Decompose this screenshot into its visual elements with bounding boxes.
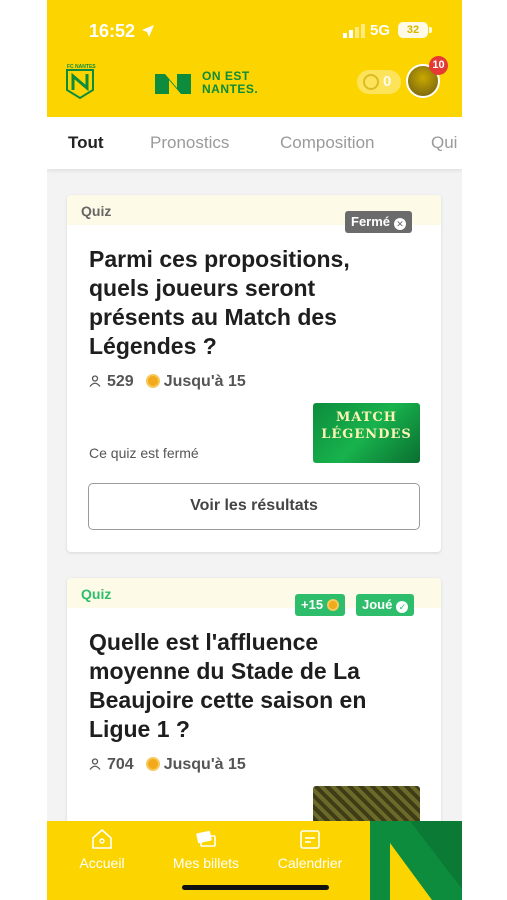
quiz-card[interactable]: Quiz +15 Joué ✓ Quelle est l'affluence mo… [67,578,441,838]
battery-icon: 32 [398,22,428,38]
nav-label: Calendrier [277,855,343,871]
tab-tout[interactable]: Tout [68,133,104,153]
coin-count: 0 [383,73,392,90]
match-image-line-1: MATCH [335,410,398,425]
nav-mes-billets[interactable]: Mes billets [161,821,251,871]
status-badge: Fermé ✕ [345,211,413,233]
app-screen: 16:52 5G 32 FC NANTES ON EST NANTES. 0 1… [47,0,462,900]
location-arrow-icon [142,25,154,37]
status-badge-label: Joué [362,597,393,612]
signal-icon [343,24,365,38]
club-logo-text: FC NANTES [67,64,96,70]
brand-name: ON EST NANTES. [202,70,258,96]
home-icon [92,828,112,849]
coin-icon [363,74,379,90]
person-icon [89,375,101,387]
status-badge: Joué ✓ [356,594,415,616]
app-header: 16:52 5G 32 FC NANTES ON EST NANTES. 0 1… [47,0,462,117]
card-type: Quiz [81,586,112,602]
closed-text: Ce quiz est fermé [89,445,199,461]
tab-composition[interactable]: Composition [280,133,375,153]
tickets-icon [196,830,216,847]
nav-label: Accueil [79,855,125,871]
reward-text: Jusqu'à 15 [163,756,246,773]
view-results-button[interactable]: Voir les résultats [88,483,420,530]
brand-corner-logo [370,821,462,900]
nav-calendrier[interactable]: Calendrier [265,821,355,871]
nav-accueil[interactable]: Accueil [57,821,147,871]
bonus-label: +15 [301,597,324,612]
check-icon: ✓ [396,601,409,613]
nav-label: Mes billets [172,855,240,871]
reward-text: Jusqu'à 15 [163,373,246,390]
stadium-image [313,786,420,826]
brand-line-2: NANTES. [202,82,259,96]
status-bar: 16:52 5G 32 [47,18,462,44]
match-image-line-2: LÉGENDES [321,427,412,442]
coin-icon [145,374,160,388]
status-badge-label: Fermé [351,214,391,229]
bonus-badge: +15 [295,594,346,616]
network-type: 5G [370,22,391,39]
battery-tip [429,27,432,33]
card-title: Parmi ces propositions, quels joueurs se… [89,246,350,359]
filter-tabs: Tout Pronostics Composition Qui [47,117,462,169]
card-title: Quelle est l'affluence moyenne du Stade … [89,629,367,742]
card-stats: 704 Jusqu'à 15 [89,756,246,774]
match-image-text: MATCH LÉGENDES [313,409,420,443]
participant-count: 529 [107,373,134,390]
tab-pronostics[interactable]: Pronostics [150,133,229,153]
card-type: Quiz [81,203,112,219]
calendar-icon [300,830,320,849]
match-des-legendes-image: MATCH LÉGENDES [313,403,420,463]
status-time: 16:52 [89,21,136,41]
coin-icon [145,757,160,771]
quiz-card[interactable]: Quiz Fermé ✕ Parmi ces propositions, quel… [67,195,441,552]
participant-count: 704 [107,756,134,773]
home-indicator [182,885,329,890]
coin-balance[interactable]: 0 [357,70,401,94]
person-icon [89,758,101,770]
close-icon: ✕ [394,218,407,230]
card-stats: 529 Jusqu'à 15 [89,373,246,391]
coin-icon [327,599,340,611]
tab-quiz[interactable]: Qui [431,133,457,153]
notification-badge: 10 [429,56,448,75]
